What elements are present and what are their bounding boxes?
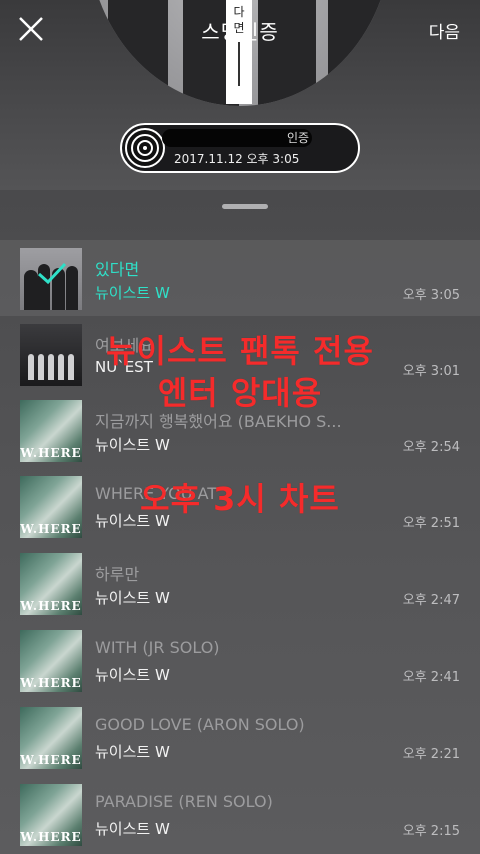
certificate-label: 인증 <box>287 131 310 145</box>
song-title: PARADISE (REN SOLO) <box>95 792 273 811</box>
track-row[interactable]: 있다면뉴이스트 W 오후 3:05 <box>0 240 480 316</box>
next-button[interactable]: 다음 <box>429 18 460 43</box>
song-artist: 뉴이스트 W <box>95 512 170 530</box>
play-time: 오후 2:54 <box>402 440 460 455</box>
play-time: 오후 3:05 <box>402 288 460 303</box>
track-row[interactable]: W.HERE WITH (JR SOLO) 뉴이스트 W 오후 2:41 <box>0 622 480 698</box>
overlay-char-1: 다 <box>233 5 245 19</box>
song-artist: 뉴이스트 W <box>95 666 170 684</box>
track-row[interactable]: 여보세요 NU`EST 오후 3:01 <box>0 316 480 392</box>
drag-handle[interactable] <box>222 204 268 209</box>
album-cover-label: W.HERE <box>20 676 82 690</box>
song-artist: 뉴이스트 W <box>95 743 170 761</box>
song-title: 지금까지 행복했어요 (BAEKHO S... <box>95 412 342 431</box>
album-cover: W.HERE <box>20 707 82 769</box>
album-cover-label: W.HERE <box>20 522 82 536</box>
track-row[interactable]: W.HERE PARADISE (REN SOLO) 뉴이스트 W 오후 2:15 <box>0 776 480 852</box>
album-cover: W.HERE <box>20 784 82 846</box>
check-icon <box>38 262 67 285</box>
play-time: 오후 2:41 <box>402 670 460 685</box>
song-title: GOOD LOVE (ARON SOLO) <box>95 715 305 734</box>
song-title: 있다면 <box>95 260 140 279</box>
play-time: 오후 2:15 <box>402 824 460 839</box>
certificate-datetime: 2017.11.12 오후 3:05 <box>174 152 300 166</box>
overlay-char-2: 면 <box>233 21 245 35</box>
song-artist: 뉴이스트 W <box>95 589 170 607</box>
record-icon <box>125 128 165 168</box>
song-artist: 뉴이스트 W <box>95 436 170 454</box>
album-cover-label: W.HERE <box>20 753 82 767</box>
title-overlay-sticker: 다 면 <box>226 0 252 104</box>
certificate-badge: 인증 2017.11.12 오후 3:05 <box>120 123 360 173</box>
play-time: 오후 2:21 <box>402 747 460 762</box>
album-cover-label: W.HERE <box>20 830 82 844</box>
song-artist: NU`EST <box>95 358 153 376</box>
album-cover: W.HERE <box>20 400 82 462</box>
song-title: WITH (JR SOLO) <box>95 638 220 657</box>
song-title: 하루만 <box>95 565 140 584</box>
track-row[interactable]: W.HERE GOOD LOVE (ARON SOLO) 뉴이스트 W 오후 2:21 <box>0 699 480 775</box>
album-cover-label: W.HERE <box>20 446 82 460</box>
track-row[interactable]: W.HERE 하루만뉴이스트 W 오후 2:47 <box>0 545 480 621</box>
play-time: 오후 3:01 <box>402 364 460 379</box>
track-row[interactable]: W.HERE WHERE YOU AT 뉴이스트 W 오후 2:51 <box>0 468 480 544</box>
album-cover <box>20 324 82 386</box>
album-cover: W.HERE <box>20 476 82 538</box>
album-cover: W.HERE <box>20 630 82 692</box>
song-title: WHERE YOU AT <box>95 484 218 503</box>
track-row[interactable]: W.HERE 지금까지 행복했어요 (BAEKHO S... 뉴이스트 W 오후 2:… <box>0 392 480 468</box>
header-area: 스밍인증 다 면 다음 인증 2017.11.12 오후 3:05 <box>0 0 480 190</box>
song-artist: 뉴이스트 W <box>95 820 170 838</box>
song-artist: 뉴이스트 W <box>95 284 170 302</box>
play-time: 오후 2:51 <box>402 516 460 531</box>
album-cover: W.HERE <box>20 553 82 615</box>
album-cover-label: W.HERE <box>20 599 82 613</box>
play-time: 오후 2:47 <box>402 593 460 608</box>
song-title: 여보세요 <box>95 336 154 355</box>
